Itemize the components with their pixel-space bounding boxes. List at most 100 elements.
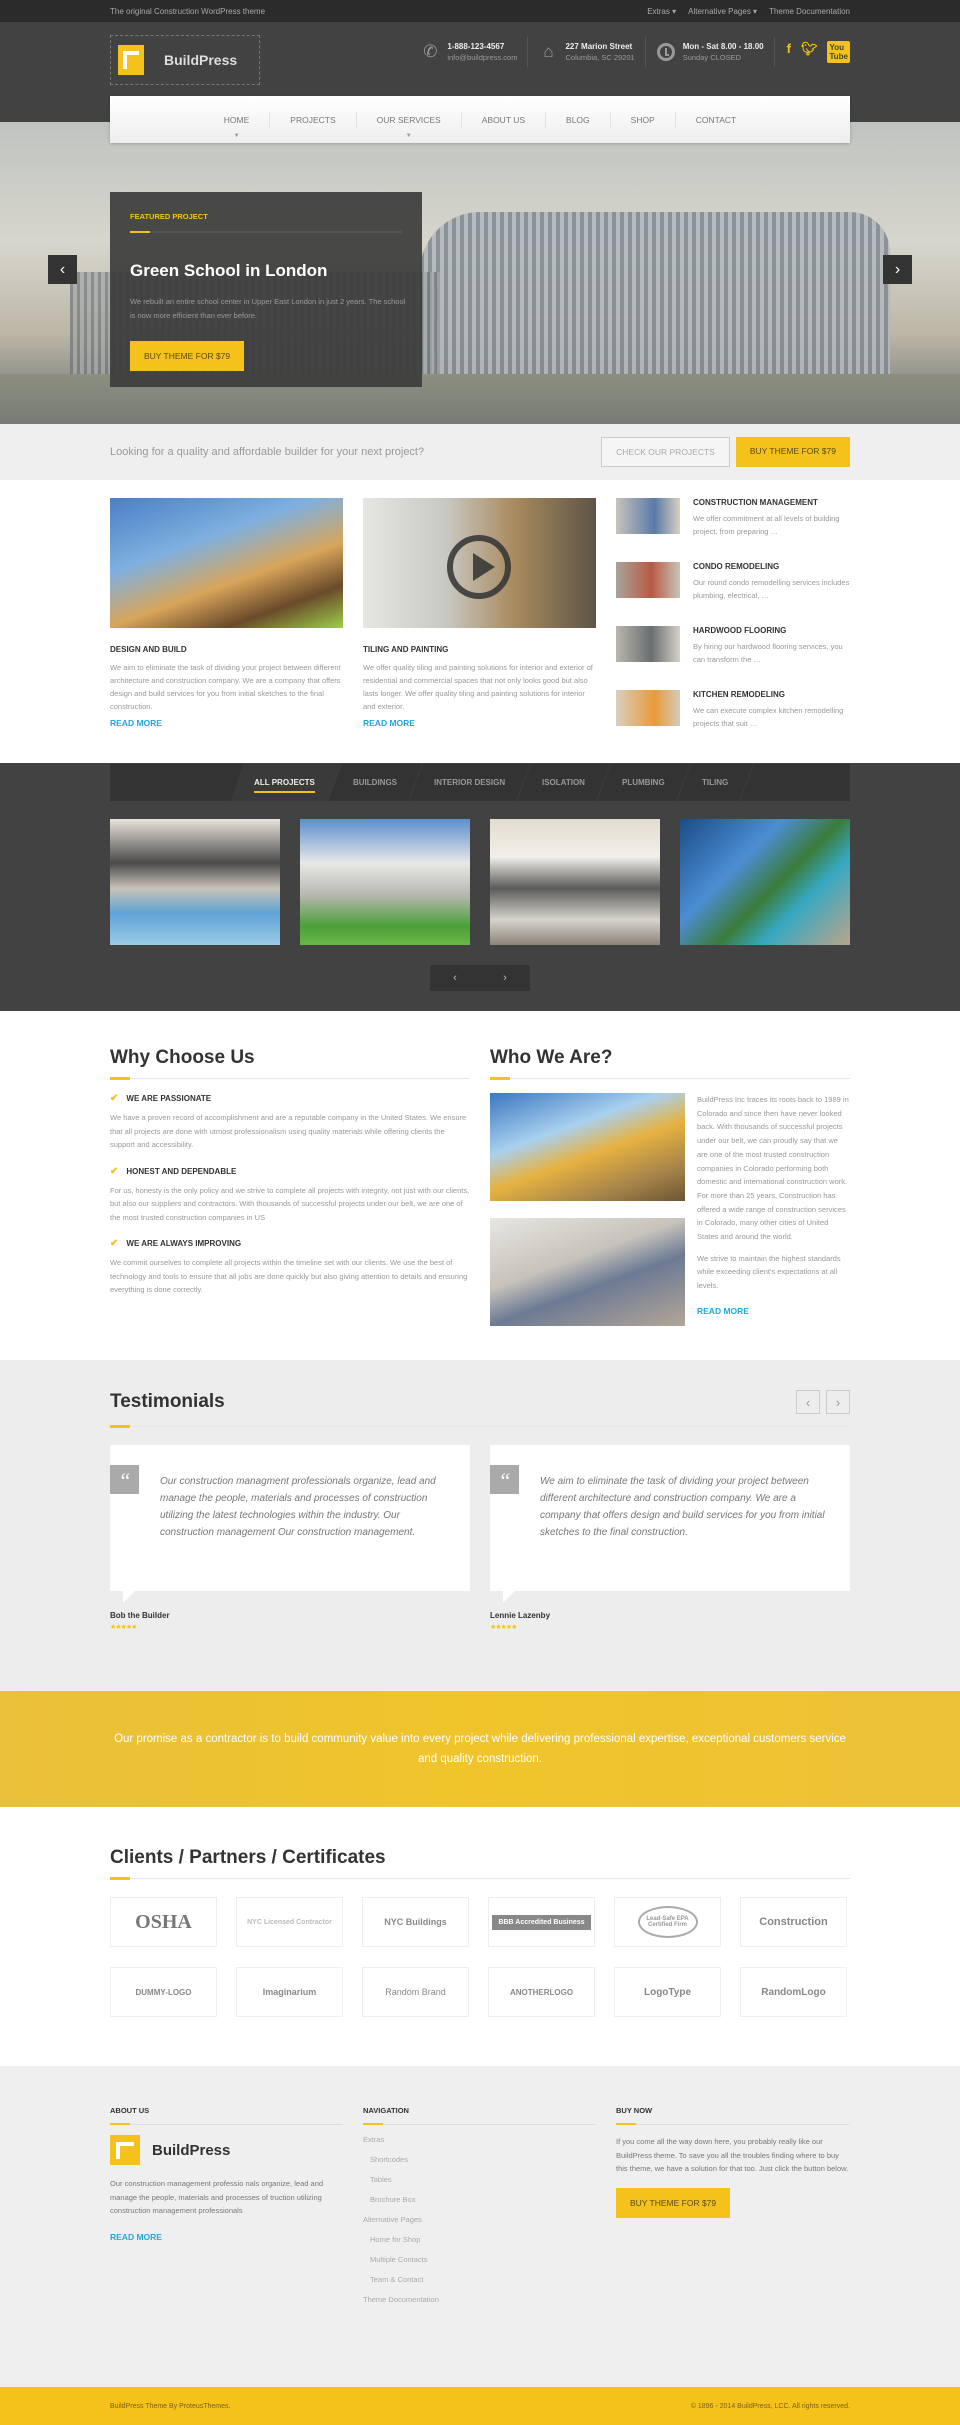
tab-tiling[interactable]: TILING bbox=[676, 764, 754, 801]
testimonials-next-button[interactable]: › bbox=[826, 1390, 850, 1414]
project-image[interactable] bbox=[490, 819, 660, 945]
contact-phone: ✆ 1-888-123-4567 info@buildpress.com bbox=[410, 37, 529, 67]
footer-buy-button[interactable]: BUY THEME FOR $79 bbox=[616, 2187, 731, 2218]
slider-prev-button[interactable]: ‹ bbox=[48, 255, 77, 284]
theme-credit[interactable]: BuildPress Theme By ProteusThemes. bbox=[110, 2403, 230, 2410]
footer-nav-tables[interactable]: Tables bbox=[363, 2175, 596, 2184]
why-item: ✔ WE ARE PASSIONATE We have a proven reco… bbox=[110, 1093, 470, 1152]
services-list: CONSTRUCTION MANAGEMENT We offer commitme… bbox=[616, 498, 850, 754]
check-projects-button[interactable]: CHECK OUR PROJECTS bbox=[601, 437, 730, 467]
list-item[interactable]: HARDWOOD FLOORING By hiring our hardwood … bbox=[616, 626, 850, 666]
service-list-title[interactable]: CONSTRUCTION MANAGEMENT bbox=[693, 498, 850, 507]
slider-next-button[interactable]: › bbox=[883, 255, 912, 284]
projects-next-button[interactable]: › bbox=[480, 965, 530, 991]
client-logo-nyc-licensed[interactable]: NYC Licensed Contractor bbox=[236, 1897, 343, 1947]
main-nav: HOME ▼ PROJECTS OUR SERVICES ▼ ABOUT US BL… bbox=[110, 96, 850, 143]
testimonial-author: Bob the Builder bbox=[110, 1611, 170, 1620]
testimonial-quote: Our construction managment professionals… bbox=[160, 1476, 436, 1538]
read-more-link[interactable]: READ MORE bbox=[110, 718, 162, 728]
service-list-title[interactable]: CONDO REMODELING bbox=[693, 562, 850, 571]
service-text: We aim to eliminate the task of dividing… bbox=[110, 663, 341, 711]
divider bbox=[130, 231, 402, 233]
footer-nav-brochure-box[interactable]: Brochure Box bbox=[363, 2195, 596, 2204]
cta-buy-button[interactable]: BUY THEME FOR $79 bbox=[735, 437, 850, 467]
tab-interior-design[interactable]: INTERIOR DESIGN bbox=[409, 764, 531, 801]
promise-banner: Our promise as a contractor is to build … bbox=[0, 1691, 960, 1807]
why-choose-us: Why Choose Us ✔ WE ARE PASSIONATE We have… bbox=[110, 1047, 470, 1343]
read-more-link[interactable]: READ MORE bbox=[110, 2232, 162, 2242]
project-image[interactable] bbox=[300, 819, 470, 945]
rating-stars-icon: ★★★★★ bbox=[490, 1624, 517, 1631]
hero-buy-button[interactable]: BUY THEME FOR $79 bbox=[130, 341, 245, 371]
client-logo-bbb[interactable]: BBB Accredited Business bbox=[488, 1897, 595, 1947]
client-logo-dummy[interactable]: DUMMY-LOGO bbox=[110, 1967, 217, 2017]
nav-item-home[interactable]: HOME ▼ bbox=[204, 111, 271, 139]
tab-plumbing[interactable]: PLUMBING bbox=[597, 764, 691, 801]
design-build-image[interactable] bbox=[110, 498, 343, 628]
service-list-title[interactable]: HARDWOOD FLOORING bbox=[693, 626, 850, 635]
nav-item-our-services[interactable]: OUR SERVICES ▼ bbox=[357, 111, 462, 139]
projects-prev-button[interactable]: ‹ bbox=[430, 965, 480, 991]
client-logo-epa[interactable]: Lead-Safe EPA Certified Firm bbox=[614, 1897, 721, 1947]
tiling-painting-video[interactable] bbox=[363, 498, 596, 628]
nav-item-about-us[interactable]: ABOUT US bbox=[462, 111, 547, 128]
footer-nav-theme-documentation[interactable]: Theme Documentation bbox=[363, 2295, 596, 2304]
email[interactable]: info@buildpress.com bbox=[447, 53, 517, 62]
logo[interactable]: BuildPress bbox=[110, 35, 260, 85]
logo-text: BuildPress bbox=[164, 52, 238, 68]
list-item[interactable]: KITCHEN REMODELING We can execute complex… bbox=[616, 690, 850, 730]
contact-hours: Mon - Sat 8.00 - 18.00 Sunday CLOSED bbox=[646, 37, 775, 67]
client-logo-randomlogo[interactable]: RandomLogo bbox=[740, 1967, 847, 2017]
excavator-image bbox=[490, 1093, 685, 1201]
list-item[interactable]: CONDO REMODELING Our round condo remodell… bbox=[616, 562, 850, 602]
tab-buildings[interactable]: BUILDINGS bbox=[328, 764, 423, 801]
footer-logo-text: BuildPress bbox=[152, 2141, 231, 2159]
nav-item-shop[interactable]: SHOP bbox=[611, 111, 676, 128]
tab-isolation[interactable]: ISOLATION bbox=[517, 764, 611, 801]
client-logo-osha[interactable]: OSHA bbox=[110, 1897, 217, 1947]
service-list-text: By hiring our hardwood flooring services… bbox=[693, 642, 843, 664]
client-logo-construction[interactable]: Construction bbox=[740, 1897, 847, 1947]
tab-all-projects[interactable]: ALL PROJECTS bbox=[230, 764, 342, 801]
footer-logo[interactable]: BuildPress bbox=[110, 2135, 343, 2165]
service-list-text: We offer commitment at all levels of bui… bbox=[693, 514, 840, 536]
nav-item-contact[interactable]: CONTACT bbox=[676, 112, 756, 128]
client-logo-random-brand[interactable]: Random Brand bbox=[362, 1967, 469, 2017]
hours-sunday: Sunday CLOSED bbox=[682, 53, 742, 62]
who-text: We strive to maintain the highest standa… bbox=[697, 1253, 841, 1291]
footer-nav-multiple-contacts[interactable]: Multiple Contacts bbox=[363, 2255, 596, 2264]
why-item-title: HONEST AND DEPENDABLE bbox=[126, 1166, 237, 1176]
topbar-link-theme-documentation[interactable]: Theme Documentation bbox=[769, 7, 850, 16]
client-logo-nyc-buildings[interactable]: NYC Buildings bbox=[362, 1897, 469, 1947]
youtube-icon[interactable]: You Tube bbox=[827, 41, 850, 63]
footer-nav-extras[interactable]: Extras bbox=[363, 2135, 596, 2144]
facebook-icon[interactable]: f bbox=[787, 41, 791, 63]
client-logo-anotherlogo[interactable]: ANOTHERLOGO bbox=[488, 1967, 595, 2017]
play-icon[interactable] bbox=[447, 535, 511, 599]
testimonials-title: Testimonials bbox=[110, 1391, 225, 1412]
footer-nav-shortcodes[interactable]: Shortcodes bbox=[363, 2155, 596, 2164]
project-image[interactable] bbox=[680, 819, 850, 945]
topbar-link-alternative-pages[interactable]: Alternative Pages ▾ bbox=[688, 7, 757, 16]
service-list-title[interactable]: KITCHEN REMODELING bbox=[693, 690, 850, 699]
client-logo-imaginarium[interactable]: Imaginarium bbox=[236, 1967, 343, 2017]
why-item-text: We have a proven record of accomplishmen… bbox=[110, 1113, 467, 1149]
read-more-link[interactable]: READ MORE bbox=[697, 1306, 749, 1316]
clients-section: Clients / Partners / Certificates OSHA N… bbox=[0, 1807, 960, 2066]
list-item[interactable]: CONSTRUCTION MANAGEMENT We offer commitme… bbox=[616, 498, 850, 538]
nav-item-projects[interactable]: PROJECTS bbox=[270, 111, 357, 128]
project-image[interactable] bbox=[110, 819, 280, 945]
footer-nav-team-contact[interactable]: Team & Contact bbox=[363, 2275, 596, 2284]
nav-item-blog[interactable]: BLOG bbox=[546, 111, 611, 128]
twitter-icon[interactable]: 🐦︎ bbox=[801, 41, 818, 63]
footer-nav-home-for-shop[interactable]: Home for Shop bbox=[363, 2235, 596, 2244]
topbar-link-extras[interactable]: Extras ▾ bbox=[647, 7, 676, 16]
footer-nav-alternative-pages[interactable]: Alternative Pages bbox=[363, 2215, 596, 2224]
why-item-text: We commit ourselves to complete all proj… bbox=[110, 1258, 468, 1294]
read-more-link[interactable]: READ MORE bbox=[363, 718, 415, 728]
promise-text: Our promise as a contractor is to build … bbox=[114, 1733, 846, 1765]
why-item: ✔ WE ARE ALWAYS IMPROVING We commit ourse… bbox=[110, 1238, 470, 1297]
client-logo-logotype[interactable]: LogoType bbox=[614, 1967, 721, 2017]
testimonials-prev-button[interactable]: ‹ bbox=[796, 1390, 820, 1414]
tagline: The original Construction WordPress them… bbox=[110, 6, 266, 16]
